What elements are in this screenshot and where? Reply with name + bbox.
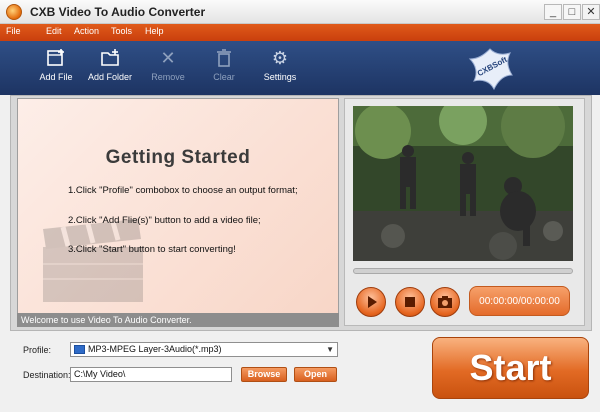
step-1-text: 1.Click "Profile" combobox to choose an …	[68, 185, 298, 196]
minimize-button[interactable]: _	[544, 4, 562, 20]
settings-button[interactable]: ⚙ Settings	[251, 44, 309, 92]
trash-icon	[213, 47, 235, 69]
time-display: 00:00:00/00:00:00	[469, 286, 570, 316]
toolbar: Add File Add Folder ✕ Remove Clear ⚙ Set…	[0, 41, 600, 95]
clear-button[interactable]: Clear	[195, 44, 253, 92]
status-bar: Welcome to use Video To Audio Converter.	[17, 313, 339, 327]
stop-button[interactable]	[395, 287, 425, 317]
step-2-text: 2.Click "Add Flie(s)" button to add a vi…	[68, 215, 261, 226]
getting-started-title: Getting Started	[105, 147, 251, 168]
menu-tools[interactable]: Tools	[111, 26, 132, 36]
seek-bar[interactable]	[353, 268, 573, 274]
add-folder-button[interactable]: Add Folder	[81, 44, 139, 92]
snapshot-button[interactable]	[430, 287, 460, 317]
play-button[interactable]	[356, 287, 386, 317]
settings-label: Settings	[263, 72, 297, 82]
title-bar: CXB Video To Audio Converter _ □ ✕	[0, 0, 600, 24]
audio-format-icon	[74, 345, 85, 354]
menu-bar: File Edit Action Tools Help	[0, 24, 600, 41]
close-button[interactable]: ✕	[582, 4, 600, 20]
add-file-button[interactable]: Add File	[27, 44, 85, 92]
getting-started-panel: Getting Started 1.Click "Profile" combob…	[17, 98, 339, 314]
profile-combobox[interactable]: MP3-MPEG Layer-3Audio(*.mp3) ▼	[70, 342, 338, 357]
remove-button[interactable]: ✕ Remove	[139, 44, 197, 92]
add-folder-label: Add Folder	[87, 72, 133, 82]
video-preview	[353, 106, 573, 261]
app-logo-icon	[6, 4, 22, 20]
destination-input[interactable]: C:\My Video\	[70, 367, 232, 382]
window-title: CXB Video To Audio Converter	[30, 5, 206, 19]
remove-label: Remove	[151, 72, 185, 82]
add-file-label: Add File	[39, 72, 73, 82]
start-button[interactable]: Start	[432, 337, 589, 399]
menu-edit[interactable]: Edit	[46, 26, 62, 36]
stop-icon	[405, 297, 415, 307]
camera-icon	[438, 296, 452, 308]
play-icon	[368, 296, 377, 308]
clear-label: Clear	[213, 72, 235, 82]
profile-value: MP3-MPEG Layer-3Audio(*.mp3)	[88, 344, 222, 354]
brand-logo: CXBSoft	[466, 45, 514, 91]
add-folder-icon	[99, 47, 121, 69]
menu-file[interactable]: File	[6, 26, 21, 36]
clapperboard-icon	[38, 219, 148, 304]
menu-action[interactable]: Action	[74, 26, 99, 36]
add-file-icon	[45, 47, 67, 69]
settings-gear-icon: ⚙	[271, 48, 289, 68]
browse-button[interactable]: Browse	[241, 367, 287, 382]
menu-help[interactable]: Help	[145, 26, 164, 36]
profile-label: Profile:	[23, 345, 52, 355]
open-button[interactable]: Open	[294, 367, 337, 382]
chevron-down-icon[interactable]: ▼	[326, 343, 334, 356]
maximize-button[interactable]: □	[563, 4, 581, 20]
destination-label: Destination:	[23, 370, 71, 380]
step-3-text: 3.Click "Start" button to start converti…	[68, 244, 236, 255]
remove-icon: ✕	[160, 48, 176, 68]
